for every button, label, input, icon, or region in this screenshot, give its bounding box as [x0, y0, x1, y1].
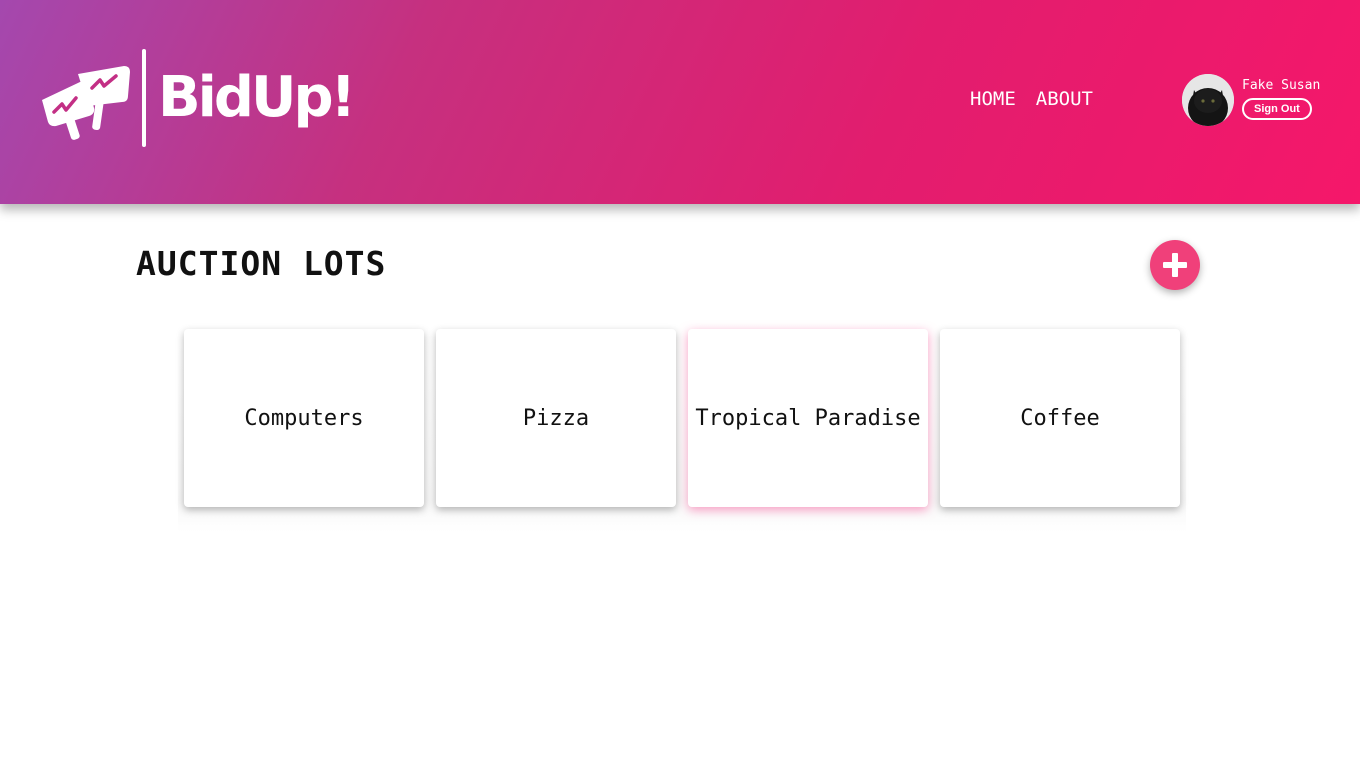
- logo-text: BidUp!: [158, 65, 356, 130]
- lot-card-computers[interactable]: Computers: [184, 329, 424, 507]
- lot-title: Pizza: [522, 405, 590, 431]
- avatar[interactable]: [1182, 74, 1234, 126]
- lot-card-coffee[interactable]: Coffee: [940, 329, 1180, 507]
- lot-card-pizza[interactable]: Pizza: [436, 329, 676, 507]
- user-info: Fake Susan Sign Out: [1242, 78, 1320, 120]
- bid-signs-icon: [42, 66, 130, 140]
- user-panel: Fake Susan Sign Out: [1182, 74, 1320, 126]
- lot-title: Computers: [244, 405, 364, 431]
- sign-out-button[interactable]: Sign Out: [1242, 97, 1312, 120]
- lot-title: Tropical Paradise: [695, 405, 921, 431]
- page-title: AUCTION LOTS: [136, 244, 387, 283]
- add-lot-button[interactable]: [1150, 240, 1200, 290]
- app-header: BidUp! HOME ABOUT Fake Susan Sign Out: [0, 0, 1360, 204]
- cat-avatar-icon: [1182, 74, 1234, 126]
- lot-card-tropical-paradise[interactable]: Tropical Paradise: [688, 329, 928, 507]
- nav-about-link[interactable]: ABOUT: [1036, 88, 1093, 110]
- brand-logo[interactable]: BidUp!: [38, 48, 356, 148]
- lot-title: Coffee: [1020, 405, 1100, 431]
- main-nav: HOME ABOUT: [970, 88, 1093, 110]
- nav-home-link[interactable]: HOME: [970, 88, 1016, 110]
- plus-icon: [1163, 253, 1187, 277]
- user-name: Fake Susan: [1242, 77, 1321, 93]
- logo-divider: [142, 49, 146, 147]
